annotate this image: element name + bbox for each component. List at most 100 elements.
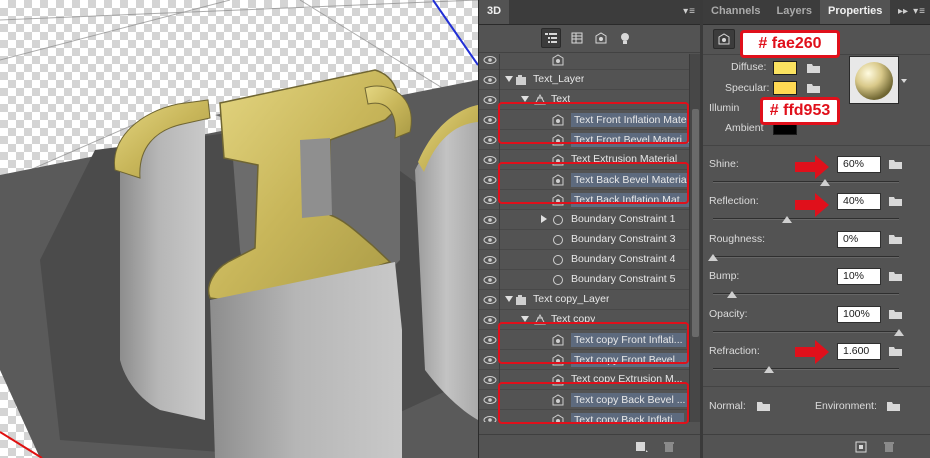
visibility-eye-icon[interactable] — [483, 334, 497, 346]
layer-label: Text_Layer — [533, 73, 585, 85]
collapse-panels-button[interactable]: ▸▸ — [898, 6, 908, 17]
slider-track[interactable] — [713, 218, 899, 221]
visibility-eye-icon[interactable] — [483, 274, 497, 286]
visibility-eye-icon[interactable] — [483, 254, 497, 266]
constraint-icon — [551, 234, 565, 246]
panel-3d-menu-button[interactable]: ▾≡ — [683, 6, 696, 17]
visibility-eye-icon[interactable] — [483, 394, 497, 406]
panel-3d-tabbar: 3D ▾≡ — [479, 0, 700, 25]
visibility-eye-icon[interactable] — [483, 354, 497, 366]
highlight-copy-front-materials — [498, 322, 689, 364]
visibility-eye-icon[interactable] — [483, 294, 497, 306]
visibility-eye-icon[interactable] — [483, 54, 497, 66]
visibility-eye-icon[interactable] — [483, 194, 497, 206]
layer-row-layer[interactable]: Text copy_Layer — [479, 290, 689, 310]
constraint-icon — [551, 274, 565, 286]
slider-knob[interactable] — [726, 291, 737, 299]
expand-triangle-icon[interactable] — [505, 296, 513, 302]
slider-value-input[interactable]: 100% — [837, 305, 881, 323]
viewport-3d-canvas[interactable] — [0, 0, 478, 458]
visibility-eye-icon[interactable] — [483, 94, 497, 106]
scrollbar-thumb[interactable] — [692, 109, 699, 337]
slider-knob[interactable] — [894, 328, 904, 336]
materials-tab-button[interactable] — [713, 29, 735, 49]
light-filter-button[interactable] — [615, 28, 635, 48]
layer-row-constraint[interactable]: Boundary Constraint 1 — [479, 210, 689, 230]
highlight-front-materials — [498, 102, 689, 144]
visibility-eye-icon[interactable] — [483, 214, 497, 226]
texture-folder-icon[interactable] — [889, 308, 903, 319]
specular-color-swatch[interactable] — [773, 81, 797, 95]
visibility-eye-icon[interactable] — [483, 154, 497, 166]
properties-bottombar — [703, 434, 930, 458]
diffuse-texture-folder-icon[interactable] — [807, 62, 821, 73]
slider-value-input[interactable]: 10% — [837, 268, 881, 286]
tab-channels[interactable]: Channels — [703, 0, 769, 24]
tab-layers[interactable]: Layers — [769, 0, 820, 24]
visibility-eye-icon[interactable] — [483, 314, 497, 326]
texture-folder-icon[interactable] — [889, 195, 903, 207]
tab-properties[interactable]: Properties — [820, 0, 891, 24]
slider-value-input[interactable]: 0% — [837, 230, 881, 248]
slider-knob[interactable] — [708, 253, 718, 261]
new-light-icon[interactable] — [635, 441, 649, 453]
slider-label: Roughness: — [709, 232, 766, 245]
layer-label: Boundary Constraint 1 — [571, 213, 676, 225]
slider-track[interactable] — [713, 181, 899, 183]
eye-column-divider — [499, 54, 500, 70]
environment-texture-folder-icon[interactable] — [887, 400, 901, 411]
slider-value-input[interactable]: 60% — [837, 156, 881, 173]
slider-knob[interactable] — [782, 216, 793, 224]
layer-list-scrollbar[interactable] — [689, 54, 700, 422]
material-icon — [551, 54, 565, 66]
slider-label: Shine: — [709, 158, 739, 170]
layer-row-material[interactable] — [479, 54, 689, 70]
tab-3d[interactable]: 3D — [479, 0, 510, 24]
visibility-eye-icon[interactable] — [483, 174, 497, 186]
slider-value-input[interactable]: 1.600 — [837, 343, 881, 360]
reset-icon[interactable] — [855, 441, 867, 453]
layer-row-constraint[interactable]: Boundary Constraint 5 — [479, 270, 689, 290]
visibility-eye-icon[interactable] — [483, 414, 497, 422]
layer-row-layer[interactable]: Text_Layer — [479, 70, 689, 90]
slider-track[interactable] — [713, 293, 899, 296]
environment-label: Environment: — [815, 400, 877, 412]
collapse-triangle-icon[interactable] — [541, 215, 547, 223]
light-filter-icon — [621, 33, 629, 44]
slider-track[interactable] — [713, 255, 899, 258]
eye-column-divider — [499, 230, 500, 250]
mesh-filter-button[interactable] — [567, 28, 587, 48]
slider-knob[interactable] — [763, 366, 774, 373]
expand-triangle-icon[interactable] — [505, 76, 513, 82]
texture-folder-icon[interactable] — [889, 345, 903, 356]
diffuse-color-swatch[interactable] — [773, 61, 797, 75]
slider-track[interactable] — [713, 368, 899, 370]
slider-track[interactable] — [713, 330, 899, 333]
visibility-eye-icon[interactable] — [483, 74, 497, 86]
material-preview[interactable] — [849, 56, 899, 104]
normal-texture-folder-icon[interactable] — [757, 400, 771, 411]
visibility-eye-icon[interactable] — [483, 234, 497, 246]
layer-label: Boundary Constraint 5 — [571, 273, 676, 285]
slider-label: Refraction: — [709, 345, 760, 357]
texture-folder-icon[interactable] — [889, 270, 903, 282]
scene-filter-button[interactable] — [541, 28, 561, 48]
material-icon — [718, 33, 730, 45]
properties-menu-button[interactable]: ▾≡ — [913, 6, 926, 17]
preview-dropdown-icon[interactable] — [901, 78, 907, 84]
visibility-eye-icon[interactable] — [483, 374, 497, 386]
layer-row-constraint[interactable]: Boundary Constraint 3 — [479, 230, 689, 250]
panel-3d: 3D ▾≡ Text_Layer Text Text Front Inflation… — [478, 0, 700, 458]
material-filter-button[interactable] — [591, 28, 611, 48]
layer-row-constraint[interactable]: Boundary Constraint 4 — [479, 250, 689, 270]
visibility-eye-icon[interactable] — [483, 114, 497, 126]
texture-folder-icon[interactable] — [889, 233, 903, 244]
specular-texture-folder-icon[interactable] — [807, 82, 821, 93]
slider-knob[interactable] — [819, 179, 830, 186]
arrow-to-refraction — [795, 340, 829, 364]
slider-value-input[interactable]: 40% — [837, 193, 881, 211]
visibility-eye-icon[interactable] — [483, 134, 497, 146]
texture-folder-icon[interactable] — [889, 158, 903, 169]
trash-icon[interactable] — [663, 441, 675, 453]
delete-icon[interactable] — [883, 441, 895, 453]
